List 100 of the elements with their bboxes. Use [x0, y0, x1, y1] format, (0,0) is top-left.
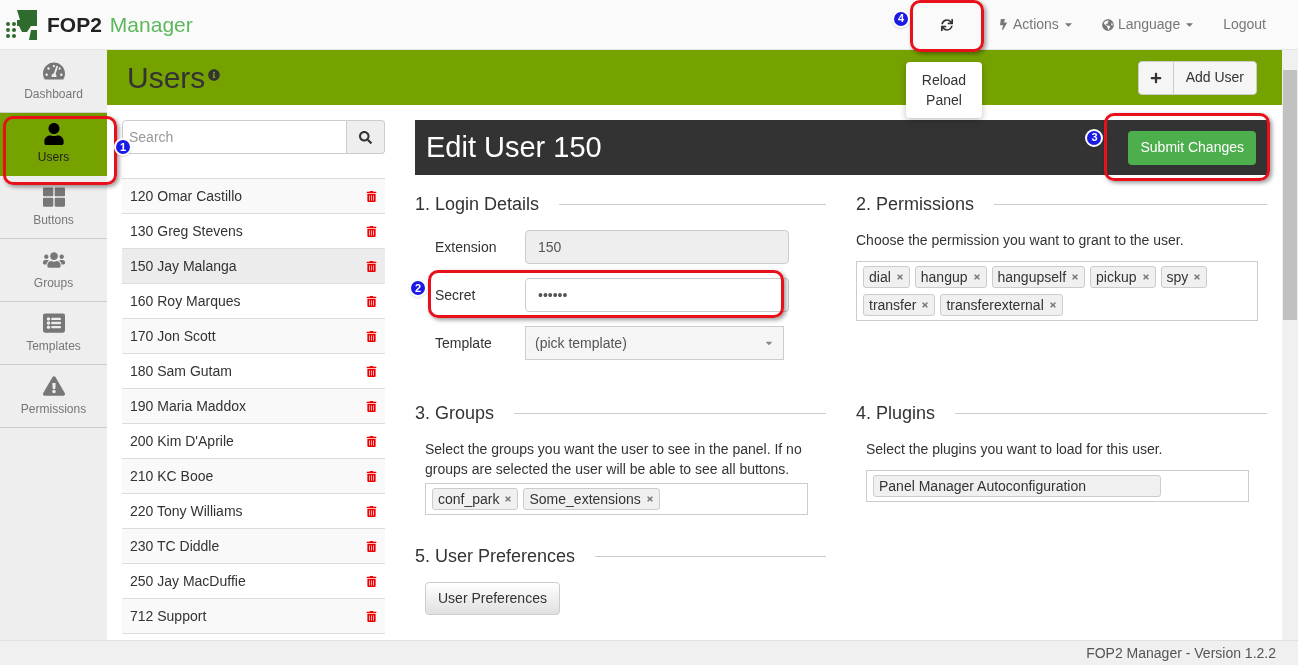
trash-icon[interactable] — [366, 435, 377, 447]
trash-icon[interactable] — [366, 505, 377, 517]
tag-label: pickup — [1096, 268, 1137, 287]
tag[interactable]: transfer — [863, 294, 936, 316]
sidebar-icon — [42, 374, 65, 397]
sidebar-icon — [42, 185, 65, 208]
user-list-item[interactable]: 210 KC Booe — [122, 459, 385, 494]
bolt-icon — [997, 19, 1009, 30]
number-badge: 2 — [409, 279, 427, 297]
user-name: 250 Jay MacDuffie — [130, 571, 246, 591]
secret-field[interactable]: •••••• — [525, 278, 789, 312]
remove-icon[interactable] — [1048, 301, 1057, 309]
tag-label: transferexternal — [946, 296, 1044, 315]
tag-label: Panel Manager Autoconfiguration — [879, 477, 1087, 496]
tag[interactable]: conf_park — [432, 488, 519, 510]
user-list-item[interactable]: 190 Maria Maddox — [122, 389, 385, 424]
page-title: Users — [127, 60, 206, 96]
scrollbar[interactable] — [1282, 50, 1298, 640]
user-name: 130 Greg Stevens — [130, 221, 243, 241]
sidebar-item[interactable]: Users — [0, 113, 107, 176]
tag-field[interactable]: Panel Manager Autoconfiguration — [866, 470, 1249, 502]
tag[interactable]: hangupself — [991, 266, 1086, 288]
tag-label: Some_extensions — [529, 490, 641, 509]
section-description: Select the plugins you want to load for this user. — [866, 440, 1164, 459]
user-name: 210 KC Booe — [130, 466, 214, 486]
number-badge: 4 — [891, 9, 910, 28]
tag-label: conf_park — [438, 490, 500, 509]
section-heading: 4. Plugins — [856, 402, 936, 425]
sidebar-item[interactable]: Templates — [0, 302, 107, 365]
sidebar-item[interactable]: Permissions — [0, 365, 107, 428]
menu-dropdown[interactable]: Language — [1087, 0, 1210, 50]
tag[interactable]: transferexternal — [940, 294, 1063, 316]
tag[interactable]: Some_extensions — [523, 488, 660, 510]
user-name: 180 Sam Gutam — [130, 361, 232, 381]
trash-icon[interactable] — [366, 295, 377, 307]
globe-icon — [1101, 18, 1114, 31]
trash-icon[interactable] — [366, 260, 377, 272]
field-label: Secret — [435, 285, 477, 305]
user-list-item[interactable]: 230 TC Diddle — [122, 529, 385, 564]
template-select[interactable]: (pick template) — [525, 326, 784, 360]
trash-icon[interactable] — [366, 330, 377, 342]
tag-label: hangup — [920, 268, 968, 287]
user-list-item[interactable]: 120 Omar Castillo — [122, 179, 385, 214]
sidebar-item[interactable]: Buttons — [0, 176, 107, 239]
tag[interactable]: spy — [1160, 266, 1208, 288]
remove-icon[interactable] — [645, 495, 654, 503]
user-name: 230 TC Diddle — [130, 536, 220, 556]
plus-icon — [1149, 71, 1162, 84]
add-user-button[interactable]: Add User — [1137, 60, 1257, 95]
trash-icon[interactable] — [366, 400, 377, 412]
remove-icon[interactable] — [504, 495, 513, 503]
section-heading: 1. Login Details — [415, 193, 540, 216]
version-text: FOP2 Manager - Version 1.2.2 — [1086, 643, 1276, 663]
tag[interactable]: dial — [863, 266, 910, 288]
extension-field[interactable]: 150 — [525, 230, 789, 264]
user-list-item[interactable]: 712 Support — [122, 599, 385, 634]
editor-title: Edit User 150 — [426, 129, 602, 165]
user-name: 200 Kim D'Aprile — [130, 431, 234, 451]
tag-field[interactable]: dial hangup hangupself pickup spy transfer transferexternal — [856, 261, 1258, 321]
user-name: 170 Jon Scott — [130, 326, 216, 346]
info-icon[interactable] — [208, 68, 221, 81]
tag-label: spy — [1166, 268, 1189, 287]
remove-icon[interactable] — [1193, 273, 1202, 281]
search-button[interactable] — [347, 120, 385, 154]
brand-name[interactable]: FOP2 — [47, 8, 102, 41]
sidebar-icon — [42, 311, 65, 334]
section-heading: 5. User Preferences — [415, 545, 576, 568]
menu-dropdown[interactable]: Actions — [983, 0, 1088, 50]
user-list-item[interactable]: 150 Jay Malanga — [122, 249, 385, 284]
user-name: 150 Jay Malanga — [130, 256, 237, 276]
trash-icon[interactable] — [366, 470, 377, 482]
trash-icon[interactable] — [366, 540, 377, 552]
trash-icon[interactable] — [366, 610, 377, 622]
remove-icon[interactable] — [921, 301, 930, 309]
sidebar-item[interactable]: Groups — [0, 239, 107, 302]
tag-label: hangupself — [997, 268, 1067, 287]
user-preferences-button[interactable]: User Preferences — [425, 582, 560, 615]
trash-icon[interactable] — [366, 190, 377, 202]
section-heading: 2. Permissions — [856, 193, 975, 216]
number-badge: 3 — [1085, 128, 1104, 147]
remove-icon[interactable] — [895, 273, 904, 281]
user-list-item[interactable]: 170 Jon Scott — [122, 319, 385, 354]
remove-icon[interactable] — [1071, 273, 1080, 281]
remove-icon[interactable] — [1141, 273, 1150, 281]
tag-field[interactable]: conf_park Some_extensions — [425, 483, 808, 515]
tag[interactable]: hangup — [914, 266, 987, 288]
field-label: Extension — [435, 237, 498, 257]
tag-label: transfer — [869, 296, 917, 315]
tag[interactable]: Panel Manager Autoconfiguration — [873, 475, 1162, 497]
logout-link[interactable]: Logout — [1209, 14, 1280, 35]
tag[interactable]: pickup — [1090, 266, 1156, 288]
tooltip: Reload Panel — [905, 61, 982, 118]
trash-icon[interactable] — [366, 365, 377, 377]
section-description: Choose the permission you want to grant to the user. — [856, 231, 1185, 250]
trash-icon[interactable] — [366, 575, 377, 587]
reload-icon — [940, 18, 953, 31]
remove-icon[interactable] — [972, 273, 981, 281]
user-name: 220 Tony Williams — [130, 501, 243, 521]
search-icon — [359, 130, 372, 144]
trash-icon[interactable] — [366, 225, 377, 237]
